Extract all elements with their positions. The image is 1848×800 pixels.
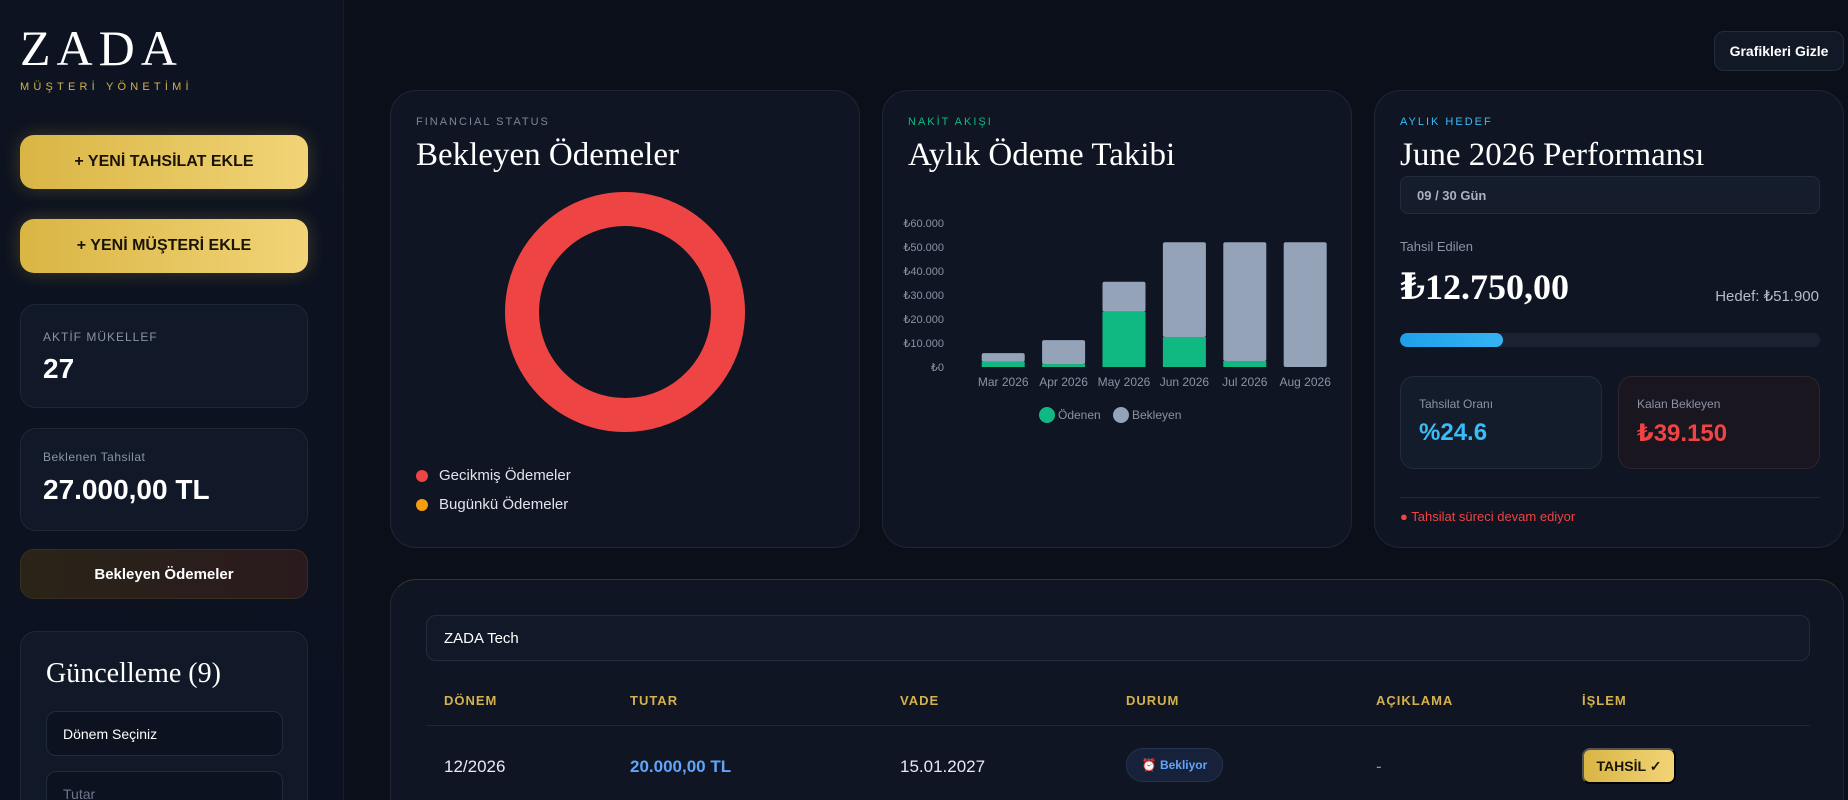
legend-today[interactable]: Bugünkü Ödemeler [416,496,568,513]
remaining-pending-label: Kalan Bekleyen [1637,397,1721,411]
bar-ödenen-apr-2026[interactable] [1042,364,1086,367]
x-tick-label: Jun 2026 [1160,375,1210,389]
add-payment-button[interactable]: + YENİ TAHSİLAT EKLE [20,135,308,189]
expected-collection-label: Beklenen Tahsilat [43,450,146,464]
expected-collection-card: Beklenen Tahsilat 27.000,00 TL [20,428,308,531]
bar-bekleyen-apr-2026[interactable] [1042,340,1086,365]
bar-ödenen-jul-2026[interactable] [1223,361,1267,367]
x-tick-label: Jul 2026 [1222,375,1268,389]
active-taxpayer-card: AKTİF MÜKELLEF 27 [20,304,308,408]
bar-bekleyen-mar-2026[interactable] [981,353,1025,362]
customer-search-input[interactable]: ZADA Tech [426,615,1810,661]
y-tick-label: ₺10.000 [903,338,944,350]
cash-card-kicker: NAKİT AKIŞI [908,116,993,128]
bar-ödenen-jun-2026[interactable] [1162,337,1206,367]
y-tick-label: ₺40.000 [903,266,944,278]
th-period: DÖNEM [444,693,498,708]
period-select[interactable]: Dönem Seçiniz [46,711,283,756]
legend-today-label: Bugünkü Ödemeler [439,496,569,513]
x-tick-label: May 2026 [1098,375,1151,389]
collect-button[interactable]: TAHSİL ✓ [1582,748,1676,784]
remaining-pending-value: ₺39.150 [1637,420,1728,447]
progress-fill [1400,333,1504,347]
monthly-bar-chart: ₺0 ₺10.000 ₺20.000 ₺30.000 ₺40.000 ₺50.000 ₺60… [903,218,1332,423]
update-title: Güncelleme (9) [46,658,221,689]
active-taxpayer-value: 27 [43,353,75,384]
cash-flow-card: NAKİT AKIŞI Aylık Ödeme Takibi ₺0 ₺10.000… [882,90,1352,548]
table-header-divider [426,725,1810,726]
bar-bekleyen-aug-2026[interactable] [1283,242,1327,367]
target-value: Hedef: ₺51.900 [1715,288,1819,305]
payments-table-panel: ZADA Tech DÖNEM TUTAR VADE DURUM AÇIKLAM… [390,579,1844,800]
row-due: 15.01.2027 [900,757,986,776]
overdue-dot-icon [416,469,428,482]
pending-card-title: Bekleyen Ödemeler [416,137,679,173]
bar-ödenen-mar-2026[interactable] [981,361,1025,367]
pending-payments-button[interactable]: Bekleyen Ödemeler [20,549,308,599]
bar-ödenen-may-2026[interactable] [1102,311,1146,367]
status-badge: ⏰ Bekliyor [1126,748,1223,782]
collection-rate-value: %24.6 [1419,419,1488,446]
bar-bekleyen-jul-2026[interactable] [1223,242,1267,361]
row-amount: 20.000,00 TL [630,757,732,776]
x-tick-label: Apr 2026 [1039,375,1088,389]
brand-subtitle: MÜŞTERİ YÖNETİMİ [20,81,193,93]
th-action: İŞLEM [1582,693,1627,708]
row-period: 12/2026 [444,757,506,776]
sidebar: ZADA MÜŞTERİ YÖNETİMİ + YENİ TAHSİLAT EK… [0,0,344,800]
legend-bekleyen-dot-icon [1113,407,1129,423]
y-tick-label: ₺30.000 [903,290,944,302]
progress-bar [1400,333,1820,347]
legend-overdue-label: Gecikmiş Ödemeler [439,467,571,484]
collected-value: ₺12.750,00 [1400,267,1570,307]
row-description: - [1376,757,1382,776]
collection-status-text: ● Tahsilat süreci devam ediyor [1400,509,1576,524]
add-customer-button[interactable]: + YENİ MÜŞTERİ EKLE [20,219,308,273]
x-tick-label: Mar 2026 [978,375,1029,389]
pending-card-kicker: FINANCIAL STATUS [416,116,550,128]
collection-rate-card: Tahsilat Oranı %24.6 [1400,376,1602,469]
y-tick-label: ₺60.000 [903,218,944,230]
today-dot-icon [416,498,428,511]
x-tick-label: Aug 2026 [1280,375,1332,389]
collected-label: Tahsil Edilen [1400,239,1473,254]
bar-bekleyen-jun-2026[interactable] [1162,242,1206,337]
brand-logo: ZADA [20,20,183,76]
update-card: Güncelleme (9) Dönem Seçiniz Tutar [20,631,308,800]
active-taxpayer-label: AKTİF MÜKELLEF [43,330,158,344]
th-due: VADE [900,693,940,708]
donut-slice-gecikmi-demeler[interactable] [505,192,745,432]
pending-donut-chart [505,192,745,432]
y-tick-label: ₺20.000 [903,314,944,326]
expected-collection-value: 27.000,00 TL [43,474,210,505]
bar-bekleyen-may-2026[interactable] [1102,281,1146,312]
legend-bekleyen-label[interactable]: Bekleyen [1132,408,1181,422]
collection-rate-label: Tahsilat Oranı [1419,397,1494,411]
performance-divider [1400,497,1820,498]
y-tick-label: ₺0 [931,362,944,374]
legend-ödenen-label[interactable]: Ödenen [1058,408,1101,422]
th-status: DURUM [1126,693,1180,708]
days-pill: 09 / 30 Gün [1400,176,1820,214]
hide-charts-button[interactable]: Grafikleri Gizle [1714,31,1844,71]
th-description: AÇIKLAMA [1376,693,1454,708]
cash-card-title: Aylık Ödeme Takibi [908,137,1176,173]
performance-card: AYLIK HEDEF June 2026 Performansı 09 / 3… [1374,90,1844,548]
remaining-pending-card: Kalan Bekleyen ₺39.150 [1618,376,1820,469]
legend-ödenen-dot-icon [1039,407,1055,423]
performance-kicker: AYLIK HEDEF [1400,116,1493,128]
performance-title: June 2026 Performansı [1400,137,1705,173]
amount-input[interactable]: Tutar [46,771,283,800]
legend-overdue[interactable]: Gecikmiş Ödemeler [416,467,571,484]
pending-payments-card: FINANCIAL STATUS Bekleyen Ödemeler Gecik… [390,90,860,548]
y-tick-label: ₺50.000 [903,242,944,254]
th-amount: TUTAR [630,693,679,708]
